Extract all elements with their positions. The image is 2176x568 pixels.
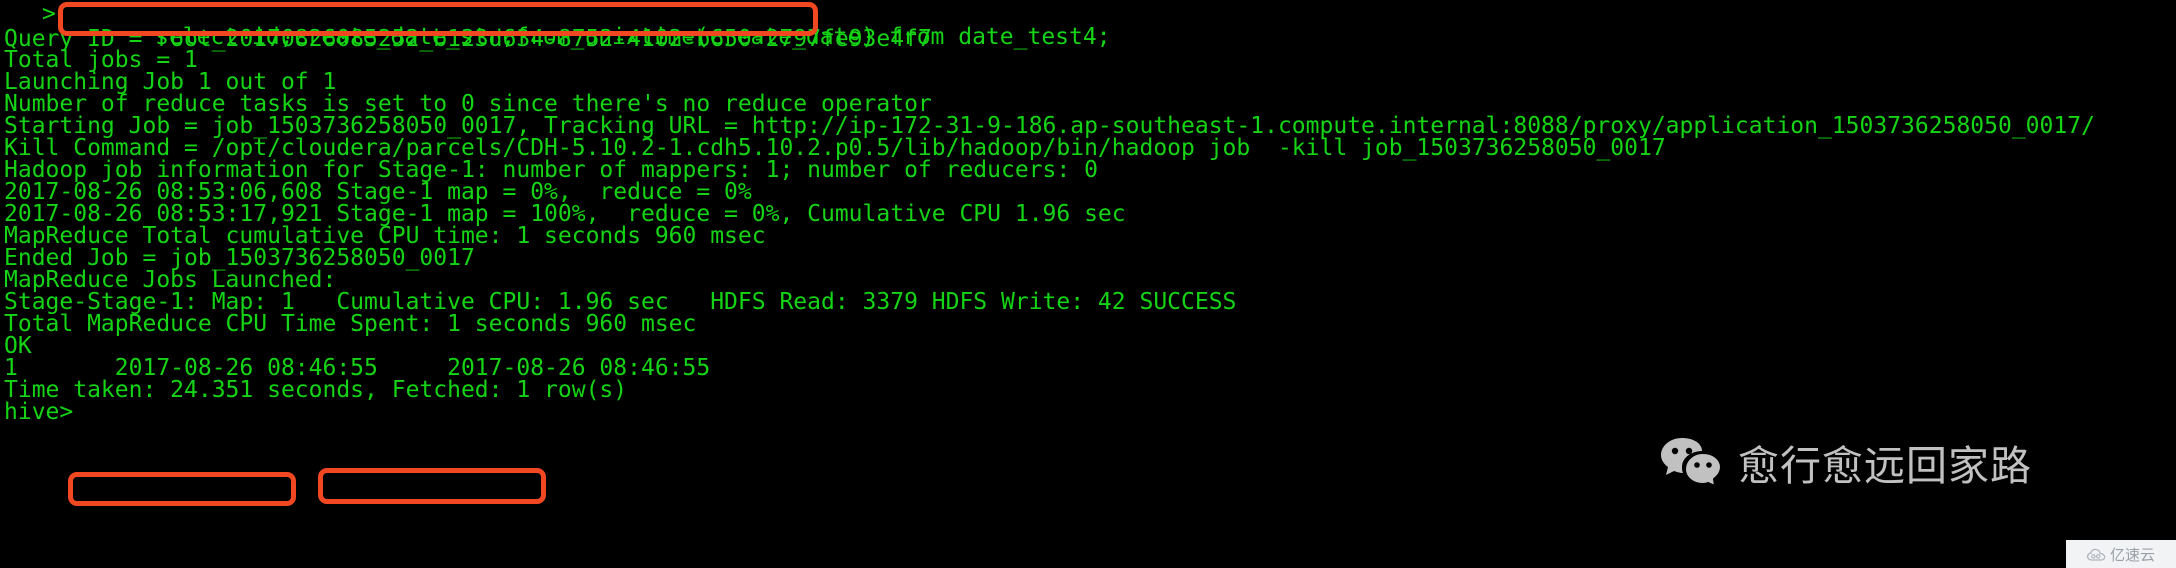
watermark: 愈行愈远回家路 [1660, 432, 2032, 492]
terminal-line-time-taken: Time taken: 24.351 seconds, Fetched: 1 r… [4, 377, 628, 403]
watermark-text: 愈行愈远回家路 [1738, 442, 2032, 490]
cloud-icon [2086, 547, 2106, 561]
wechat-icon [1660, 436, 1723, 488]
screenshot-root: select id,create_date_str,from_unixtime(… [0, 0, 2176, 568]
terminal-line-total-cpu-spent: Total MapReduce CPU Time Spent: 1 second… [4, 311, 697, 337]
site-badge-text: 亿速云 [2109, 545, 2155, 564]
prompt-symbol: > [42, 1, 56, 27]
site-badge: 亿速云 [2066, 540, 2176, 568]
terminal-prompt-hive: hive> [4, 399, 74, 425]
